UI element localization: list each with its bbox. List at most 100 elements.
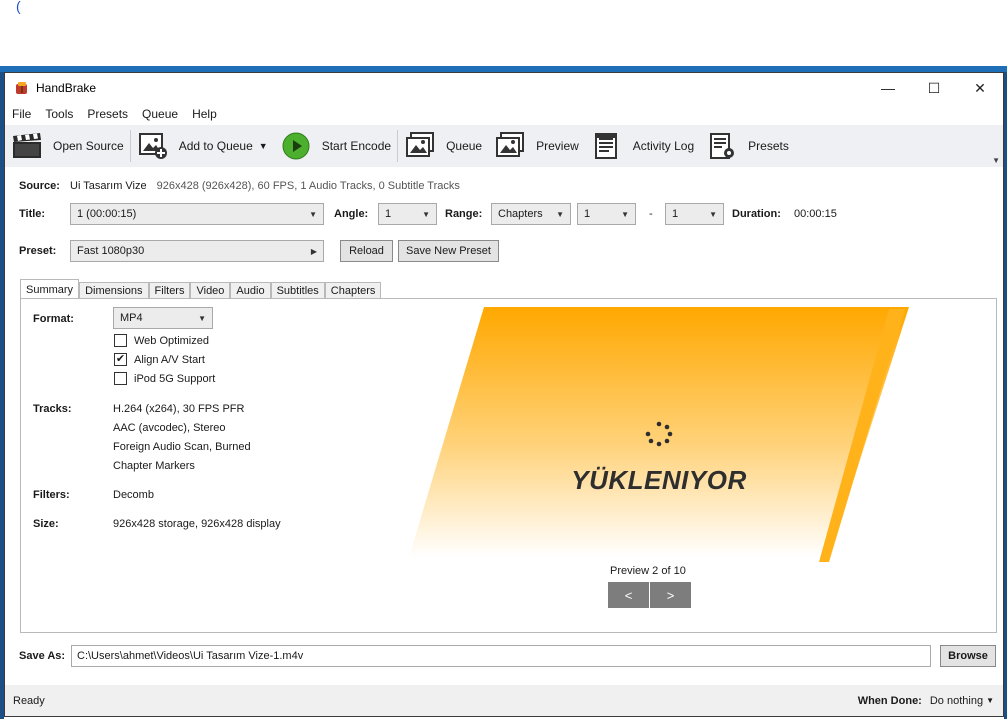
range-mode-value: Chapters: [498, 208, 543, 220]
chevron-right-icon: ▶: [310, 246, 317, 256]
range-start-select[interactable]: 1 ▼: [577, 203, 636, 225]
tab-dimensions[interactable]: Dimensions: [79, 282, 149, 299]
menu-tools[interactable]: Tools: [38, 107, 80, 121]
duration-label: Duration:: [732, 208, 781, 220]
handbrake-window: HandBrake — ☐ ✕ File Tools Presets Queue…: [4, 72, 1004, 717]
chevron-down-icon: ▼: [556, 209, 564, 219]
queue-stack-icon: [404, 130, 436, 162]
size-label: Size:: [33, 518, 59, 530]
browse-button[interactable]: Browse: [940, 645, 996, 667]
clapperboard-icon: [11, 130, 43, 162]
tab-chapters[interactable]: Chapters: [324, 282, 382, 299]
tab-filters[interactable]: Filters: [148, 282, 191, 299]
track-line: H.264 (x264), 30 FPS PFR: [113, 403, 245, 415]
checkbox-box[interactable]: [114, 372, 127, 385]
window-title: HandBrake: [36, 81, 97, 95]
preview-button[interactable]: Preview: [488, 125, 585, 167]
chevron-down-icon: ▼: [621, 209, 629, 219]
menu-presets[interactable]: Presets: [80, 107, 135, 121]
format-label: Format:: [33, 313, 74, 325]
minimize-button[interactable]: —: [865, 73, 911, 103]
queue-button[interactable]: Queue: [398, 125, 488, 167]
menu-file[interactable]: File: [5, 107, 38, 121]
source-name: Ui Tasarım Vize: [70, 180, 147, 192]
source-info: 926x428 (926x428), 60 FPS, 1 Audio Track…: [156, 180, 460, 192]
filters-value: Decomb: [113, 489, 154, 501]
size-value: 926x428 storage, 926x428 display: [113, 518, 281, 530]
range-end-select[interactable]: 1 ▼: [665, 203, 724, 225]
chevron-down-icon: ▼: [198, 313, 206, 323]
start-encode-button[interactable]: Start Encode: [274, 125, 397, 167]
status-text: Ready: [13, 694, 45, 707]
checkbox-box[interactable]: ✔: [114, 353, 127, 366]
preset-row: Preset: Fast 1080p30 ▶ Reload Save New P…: [5, 239, 1003, 263]
when-done-label: When Done:: [857, 694, 922, 707]
desktop-background: [0, 0, 1007, 68]
preview-counter: Preview 2 of 10: [610, 565, 686, 577]
chevron-down-icon[interactable]: ▼: [986, 696, 994, 705]
ipod-5g-support-label: iPod 5G Support: [134, 372, 216, 385]
play-icon: [280, 130, 312, 162]
range-mode-select[interactable]: Chapters ▼: [491, 203, 571, 225]
presets-settings-icon: [706, 130, 738, 162]
maximize-button[interactable]: ☐: [911, 73, 957, 103]
toolbar-overflow-icon[interactable]: ▼: [992, 156, 1000, 165]
chevron-down-icon: ▼: [309, 209, 317, 219]
presets-button[interactable]: Presets: [700, 125, 795, 167]
start-encode-label: Start Encode: [321, 139, 392, 153]
title-select[interactable]: 1 (00:00:15) ▼: [70, 203, 324, 225]
ipod-5g-support-checkbox[interactable]: iPod 5G Support: [114, 372, 215, 385]
open-source-button[interactable]: Open Source: [5, 125, 130, 167]
title-bar[interactable]: HandBrake — ☐ ✕: [5, 73, 1003, 103]
preview-next-button[interactable]: >: [650, 582, 691, 608]
align-av-start-checkbox[interactable]: ✔ Align A/V Start: [114, 353, 205, 366]
add-image-icon: [137, 130, 169, 162]
range-start-value: 1: [584, 208, 591, 220]
tab-video[interactable]: Video: [190, 282, 231, 299]
tab-summary[interactable]: Summary: [20, 279, 80, 299]
save-as-path-input[interactable]: C:\Users\ahmet\Videos\Ui Tasarım Vize-1.…: [71, 645, 931, 667]
angle-select-value: 1: [385, 208, 392, 220]
web-optimized-checkbox[interactable]: Web Optimized: [114, 334, 209, 347]
tab-audio[interactable]: Audio: [230, 282, 271, 299]
preview-prev-button[interactable]: <: [608, 582, 649, 608]
reload-button[interactable]: Reload: [340, 240, 393, 262]
chevron-down-icon: ▼: [422, 209, 430, 219]
close-button[interactable]: ✕: [957, 73, 1003, 103]
desktop-artifact: (: [16, 0, 21, 14]
preset-select[interactable]: Fast 1080p30 ▶: [70, 240, 324, 262]
loading-text: YÜKLENIYOR: [571, 465, 747, 495]
tracks-label: Tracks:: [33, 403, 72, 415]
checkbox-box[interactable]: [114, 334, 127, 347]
chevron-down-icon: ▼: [709, 209, 717, 219]
menu-help[interactable]: Help: [185, 107, 224, 121]
tab-subtitles[interactable]: Subtitles: [270, 282, 325, 299]
handbrake-logo-icon: [16, 82, 27, 94]
range-end-value: 1: [672, 208, 679, 220]
preset-select-value: Fast 1080p30: [77, 245, 145, 257]
format-select[interactable]: MP4 ▼: [113, 307, 213, 329]
format-select-value: MP4: [120, 312, 143, 324]
duration-value: 00:00:15: [794, 208, 837, 220]
status-bar: Ready When Done: Do nothing ▼: [5, 685, 1003, 716]
angle-label: Angle:: [334, 208, 369, 220]
save-new-preset-button[interactable]: Save New Preset: [398, 240, 499, 262]
presets-label: Presets: [748, 139, 789, 153]
title-label: Title:: [19, 208, 46, 220]
preview-label: Preview: [536, 139, 579, 153]
track-line: Foreign Audio Scan, Burned: [113, 441, 251, 453]
activity-log-icon: [591, 130, 623, 162]
activity-log-button[interactable]: Activity Log: [585, 125, 700, 167]
summary-panel: Format: MP4 ▼ Web Optimized ✔ Align A/V …: [20, 298, 997, 633]
add-to-queue-button[interactable]: Add to Queue ▼: [131, 125, 274, 167]
angle-select[interactable]: 1 ▼: [378, 203, 437, 225]
queue-label: Queue: [446, 139, 483, 153]
menu-queue[interactable]: Queue: [135, 107, 185, 121]
save-as-label: Save As:: [19, 650, 66, 662]
when-done-select[interactable]: Do nothing: [930, 695, 983, 707]
dropdown-caret-icon[interactable]: ▼: [259, 141, 268, 151]
menu-bar: File Tools Presets Queue Help: [5, 103, 1003, 125]
range-separator: -: [649, 208, 653, 220]
toolbar: Open Source Add to Queue ▼ Start Encode …: [5, 125, 1003, 167]
preview-loading-graphic: [409, 307, 909, 562]
